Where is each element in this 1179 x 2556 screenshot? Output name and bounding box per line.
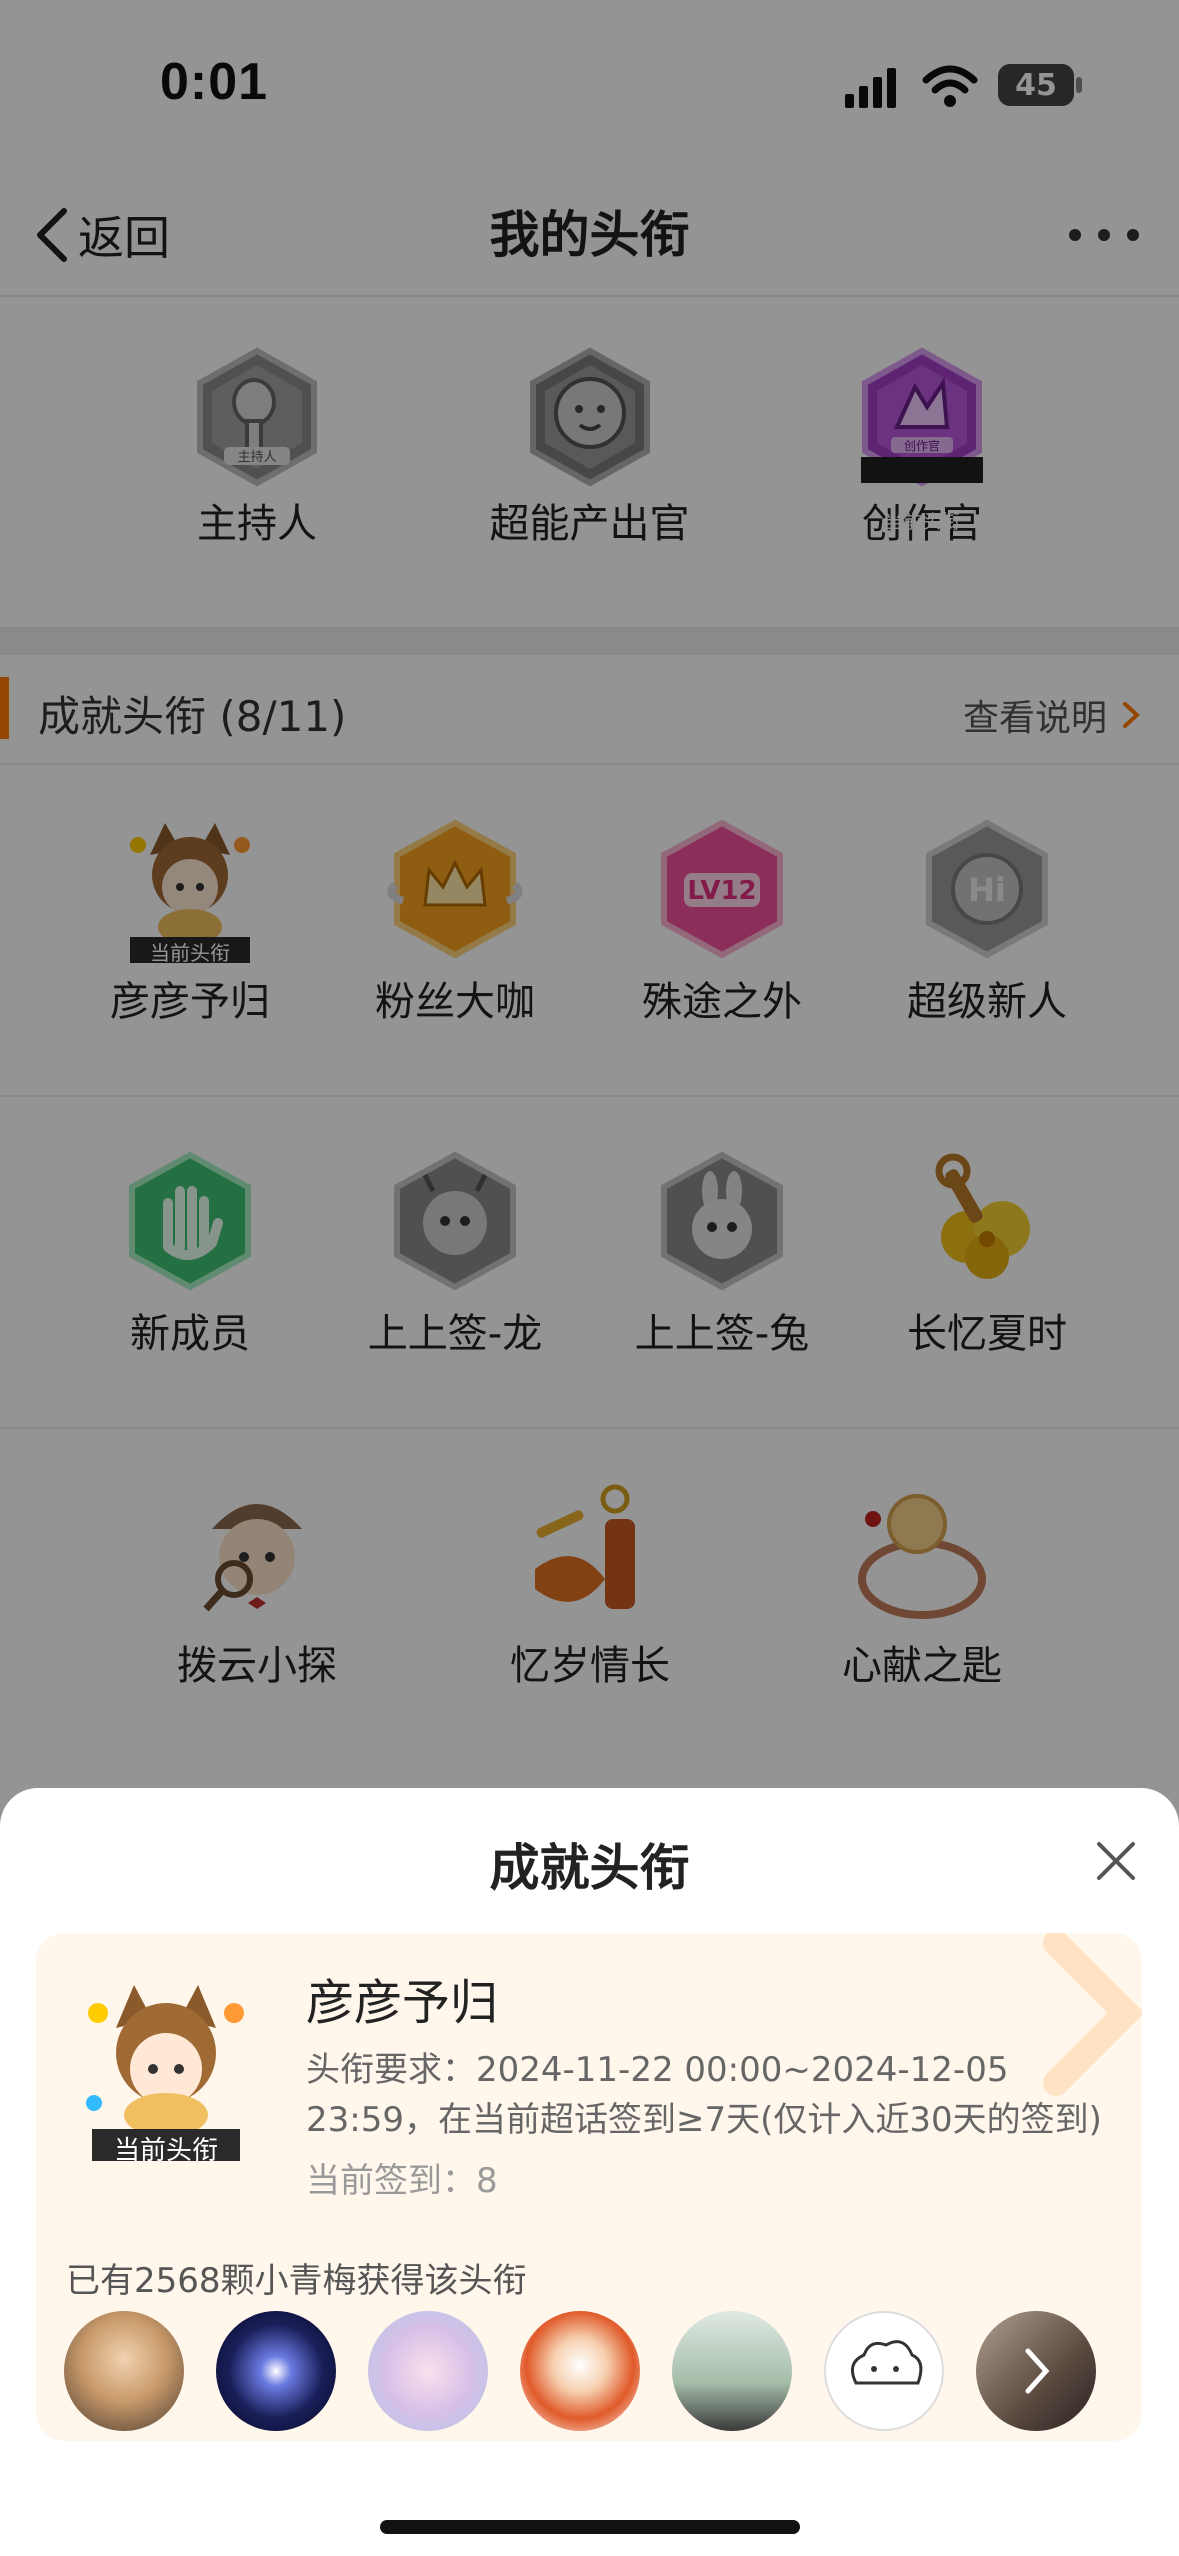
avatar[interactable]	[672, 2311, 792, 2431]
avatar[interactable]	[64, 2311, 184, 2431]
home-indicator	[380, 2520, 800, 2534]
avatar[interactable]	[520, 2311, 640, 2431]
chevron-right-icon	[1025, 2348, 1050, 2394]
owner-avatar-list	[64, 2311, 1134, 2435]
badge-name: 彦彦予归	[306, 1975, 499, 2031]
avatar[interactable]	[824, 2311, 944, 2431]
close-icon[interactable]	[1093, 1838, 1139, 1884]
cloud-face-icon	[850, 2340, 923, 2385]
badge-detail-sheet: 成就头衔 当前头衔 彦彦予归 头衔要求：2024-11-22 00:00~202…	[0, 1788, 1179, 2556]
badge-requirement: 头衔要求：2024-11-22 00:00~2024-12-05 23:59，在…	[306, 2050, 1102, 2140]
badge-detail-card: 当前头衔 彦彦予归 头衔要求：2024-11-22 00:00~2024-12-…	[36, 1933, 1142, 2441]
avatar[interactable]	[368, 2311, 488, 2431]
avatar[interactable]	[216, 2311, 336, 2431]
current-title-tag: 当前头衔	[113, 2136, 218, 2166]
owners-count-text: 已有2568颗小青梅获得该头衔	[66, 2261, 527, 2301]
more-avatars-button[interactable]	[976, 2311, 1096, 2431]
current-checkin-count: 当前签到：8	[306, 2161, 498, 2201]
sheet-title: 成就头衔	[489, 1839, 690, 1897]
